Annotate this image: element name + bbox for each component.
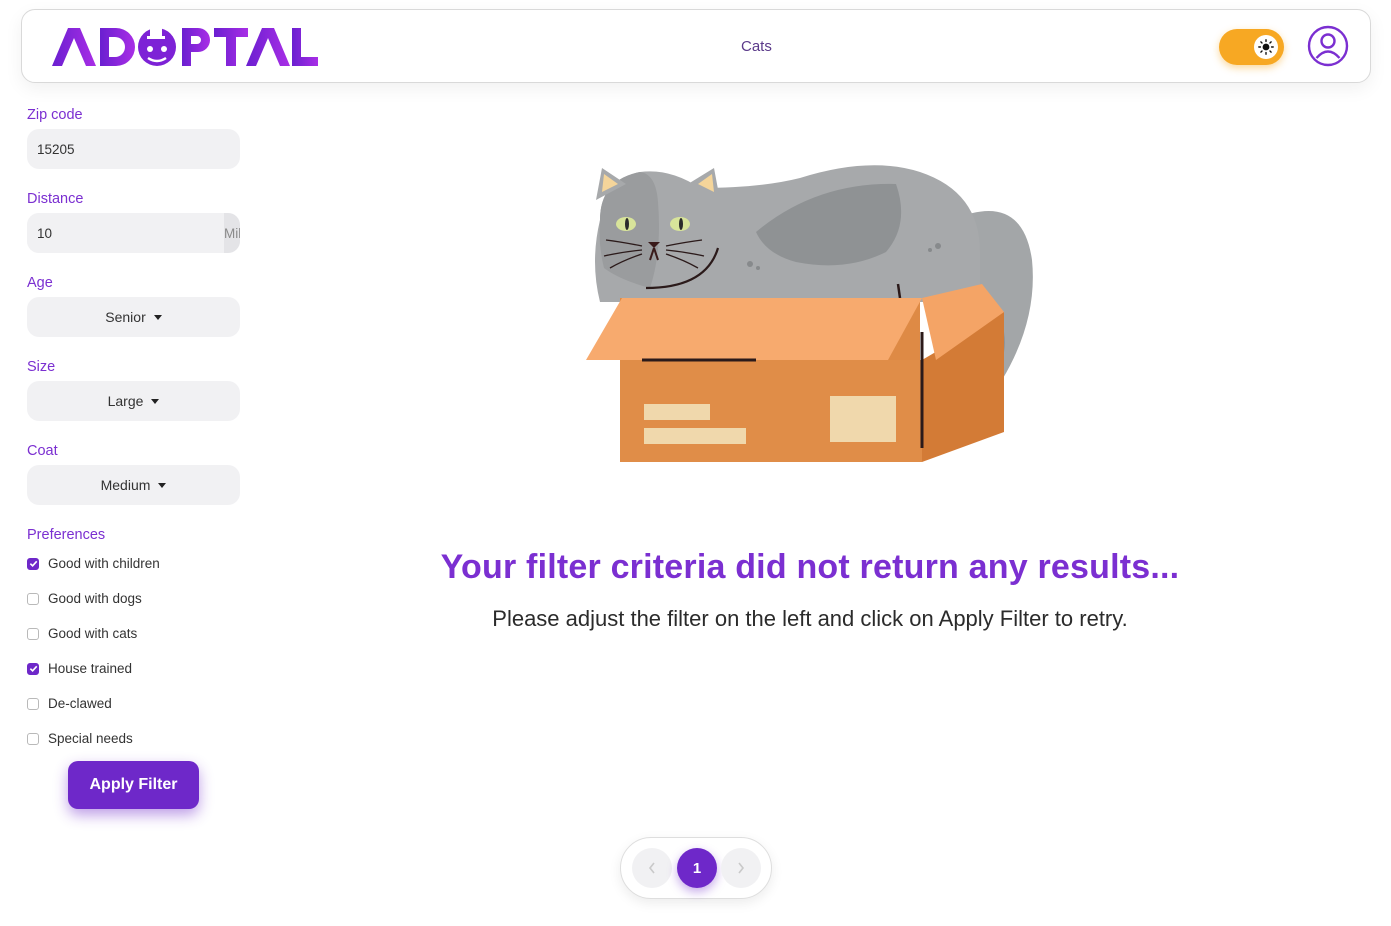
size-select[interactable]: Large — [27, 381, 240, 421]
checkbox[interactable] — [27, 697, 39, 710]
pref-special-needs[interactable]: Special needs — [27, 721, 240, 756]
adoptal-logo[interactable] — [50, 24, 320, 70]
coat-label: Coat — [27, 443, 58, 459]
zip-label: Zip code — [27, 107, 83, 123]
empty-state-subtitle: Please adjust the filter on the left and… — [492, 606, 1128, 631]
preferences-label: Preferences — [27, 527, 106, 543]
zip-input[interactable] — [27, 129, 240, 169]
sun-icon — [1254, 35, 1278, 59]
pref-label: Good with dogs — [48, 591, 142, 606]
next-page-button[interactable] — [721, 848, 761, 888]
zip-group: Zip code — [27, 104, 240, 169]
caret-down-icon — [151, 398, 160, 404]
theme-toggle[interactable] — [1219, 29, 1284, 65]
distance-label: Distance — [27, 191, 84, 207]
coat-group: Coat Medium — [27, 440, 240, 505]
age-label: Age — [27, 275, 53, 291]
pagination: 1 — [620, 837, 772, 899]
coat-value: Medium — [100, 477, 151, 493]
pref-label: House trained — [48, 661, 133, 676]
age-select[interactable]: Senior — [27, 297, 240, 337]
size-label: Size — [27, 359, 56, 375]
pref-good-with-dogs[interactable]: Good with dogs — [27, 581, 240, 616]
caret-down-icon — [153, 314, 162, 320]
pref-de-clawed[interactable]: De-clawed — [27, 686, 240, 721]
preferences-list: Good with children Good with dogs Good w… — [27, 546, 240, 756]
chevron-left-icon — [648, 862, 655, 874]
pref-label: Special needs — [48, 731, 133, 746]
chevron-right-icon — [738, 862, 745, 874]
check-icon — [29, 560, 37, 567]
prev-page-button[interactable] — [632, 848, 672, 888]
pref-good-with-cats[interactable]: Good with cats — [27, 616, 240, 651]
checkbox[interactable] — [27, 592, 39, 605]
top-navbar: Cats — [21, 9, 1371, 83]
distance-field: Miles — [27, 213, 240, 253]
apply-filter-button[interactable]: Apply Filter — [68, 761, 199, 809]
check-icon — [29, 665, 37, 672]
age-group: Age Senior — [27, 272, 240, 337]
user-circle-icon[interactable] — [1307, 25, 1349, 67]
distance-input[interactable] — [27, 213, 224, 253]
coat-select[interactable]: Medium — [27, 465, 240, 505]
cat-in-box-illustration — [586, 165, 1033, 462]
checkbox[interactable] — [27, 627, 39, 640]
pref-label: De-clawed — [48, 696, 112, 711]
pref-label: Good with cats — [48, 626, 138, 641]
size-group: Size Large — [27, 356, 240, 421]
age-value: Senior — [105, 309, 146, 325]
distance-group: Distance Miles — [27, 188, 240, 253]
pref-good-with-children[interactable]: Good with children — [27, 546, 240, 581]
preferences-group: Preferences Good with children Good with… — [27, 524, 240, 756]
page-button-current[interactable]: 1 — [677, 848, 717, 888]
checkbox[interactable] — [27, 662, 39, 675]
checkbox[interactable] — [27, 557, 39, 570]
size-value: Large — [107, 393, 144, 409]
pref-label: Good with children — [48, 556, 160, 571]
pref-house-trained[interactable]: House trained — [27, 651, 240, 686]
nav-link-cats[interactable]: Cats — [741, 38, 772, 55]
distance-unit: Miles — [224, 213, 240, 253]
checkbox[interactable] — [27, 732, 39, 745]
empty-state-title: Your filter criteria did not return any … — [440, 548, 1180, 586]
caret-down-icon — [158, 482, 167, 488]
